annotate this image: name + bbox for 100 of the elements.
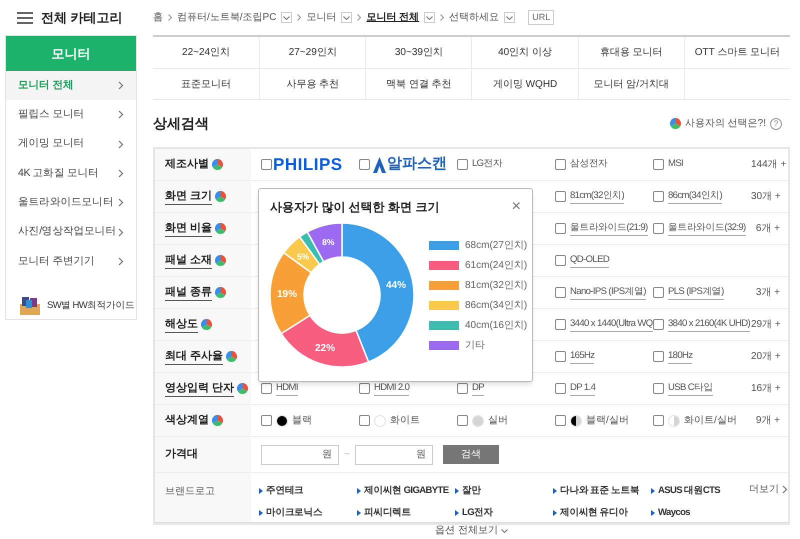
sidebar-item[interactable]: 울트라와이드모니터: [6, 188, 136, 218]
checkbox[interactable]: [653, 159, 664, 170]
breadcrumb-link[interactable]: 모니터 전체: [366, 10, 420, 25]
option-label[interactable]: 86cm(34인치): [668, 188, 722, 204]
brand-link[interactable]: 제이씨현 유디아: [560, 506, 628, 520]
checkbox[interactable]: [359, 415, 370, 426]
checkbox[interactable]: [261, 383, 272, 394]
sidebar-item[interactable]: 모니터 주변기기: [6, 246, 136, 276]
checkbox[interactable]: [457, 159, 468, 170]
checkbox[interactable]: [261, 415, 272, 426]
option-label[interactable]: 3840 x 2160(4K UHD): [668, 316, 750, 332]
brand-link[interactable]: 마이크로닉스: [266, 506, 322, 520]
checkbox[interactable]: [555, 159, 566, 170]
option-label[interactable]: 울트라와이드(32:9): [668, 220, 746, 236]
count-link[interactable]: 144개 +: [751, 157, 786, 172]
option-label[interactable]: 화이트: [390, 413, 420, 428]
option-label[interactable]: 81cm(32인치): [570, 188, 624, 204]
option-label[interactable]: 울트라와이드(21:9): [570, 220, 648, 236]
brand-link[interactable]: LG전자: [462, 506, 493, 520]
checkbox[interactable]: [457, 383, 468, 394]
guide-link[interactable]: SW별 HW최적가이드: [47, 298, 134, 314]
option-label[interactable]: 삼성전자: [570, 157, 608, 172]
dropdown-button[interactable]: [424, 12, 436, 23]
checkbox[interactable]: [261, 159, 272, 170]
checkbox[interactable]: [653, 319, 664, 330]
brand-link[interactable]: 주연테크: [266, 484, 304, 498]
option-label[interactable]: QD-OLED: [570, 252, 610, 268]
brand-link[interactable]: 다나와 표준 노트북: [560, 484, 640, 498]
url-button[interactable]: URL: [528, 10, 554, 26]
category-link[interactable]: 사무용 추천: [286, 76, 340, 92]
help-button[interactable]: ?: [770, 118, 782, 130]
checkbox[interactable]: [555, 191, 566, 202]
sidebar-item[interactable]: 게이밍 모니터: [6, 130, 136, 159]
checkbox[interactable]: [555, 255, 566, 266]
option-label[interactable]: 블랙: [292, 413, 312, 428]
close-button[interactable]: ×: [512, 199, 521, 215]
more-link[interactable]: 더보기: [749, 482, 788, 497]
dropdown-button[interactable]: [341, 12, 352, 23]
checkbox[interactable]: [555, 223, 566, 234]
checkbox[interactable]: [653, 223, 664, 234]
checkbox[interactable]: [653, 351, 664, 362]
count-link[interactable]: 16개 +: [751, 381, 781, 396]
count-link[interactable]: 30개 +: [751, 189, 781, 204]
category-link[interactable]: 22~24인치: [182, 45, 230, 60]
checkbox[interactable]: [359, 159, 370, 170]
category-link[interactable]: 27~29인치: [288, 45, 337, 60]
category-link[interactable]: 40인치 이상: [498, 45, 552, 60]
user-choice-link[interactable]: 사용자의 선택은?!: [684, 116, 766, 131]
option-label[interactable]: 화이트/실버: [684, 413, 737, 428]
option-label[interactable]: LG전자: [472, 157, 502, 172]
count-link[interactable]: 3개 +: [756, 285, 780, 300]
sidebar-item[interactable]: 사진/영상작업모니터: [6, 217, 136, 247]
category-link[interactable]: 표준모니터: [181, 76, 232, 92]
checkbox[interactable]: [555, 319, 566, 330]
all-options-link[interactable]: 옵션 전체보기: [435, 525, 508, 537]
option-label[interactable]: USB C타입: [668, 380, 713, 396]
breadcrumb-link[interactable]: 컴퓨터/노트북/조립PC: [177, 10, 276, 25]
dropdown-button[interactable]: [504, 12, 516, 23]
sidebar-item[interactable]: 4K 고화질 모니터: [6, 158, 136, 188]
option-label[interactable]: 180Hz: [668, 348, 692, 364]
count-link[interactable]: 9개 +: [756, 413, 780, 428]
option-label[interactable]: Nano-IPS (IPS계열): [570, 284, 646, 300]
checkbox[interactable]: [555, 415, 566, 426]
brand-link[interactable]: 피씨디렉트: [364, 506, 412, 520]
price-field[interactable]: 원: [261, 444, 339, 464]
checkbox[interactable]: [359, 383, 370, 394]
category-link[interactable]: 휴대용 모니터: [600, 45, 663, 60]
price-field[interactable]: 원: [354, 444, 433, 464]
count-link[interactable]: 29개 +: [751, 317, 781, 332]
checkbox[interactable]: [653, 415, 664, 426]
brand-link[interactable]: 잘만: [462, 484, 481, 498]
category-link[interactable]: OTT 스마트 모니터: [694, 45, 780, 60]
sidebar-item[interactable]: 필립스 모니터: [6, 100, 136, 130]
option-label[interactable]: 165Hz: [570, 348, 594, 364]
category-link[interactable]: 게이밍 WQHD: [492, 76, 558, 92]
search-button[interactable]: 검색: [442, 445, 499, 464]
checkbox[interactable]: [555, 287, 566, 298]
option-label[interactable]: 블랙/실버: [586, 413, 629, 428]
brand-link[interactable]: 제이씨현 GIGABYTE: [364, 484, 448, 498]
count-link[interactable]: 20개 +: [751, 349, 781, 364]
checkbox[interactable]: [457, 415, 468, 426]
breadcrumb-link[interactable]: 홈: [153, 10, 163, 25]
breadcrumb-link[interactable]: 모니터: [306, 10, 336, 25]
category-link[interactable]: 모니터 암/거치대: [593, 76, 670, 92]
option-label[interactable]: DP 1.4: [570, 380, 596, 396]
brand-link[interactable]: Waycos: [658, 506, 690, 520]
category-link[interactable]: 맥북 연결 추천: [386, 76, 452, 92]
checkbox[interactable]: [653, 191, 664, 202]
option-label[interactable]: 3440 x 1440(Ultra WQ: [570, 316, 653, 332]
count-link[interactable]: 6개 +: [756, 221, 780, 236]
option-label[interactable]: MSI: [668, 157, 684, 172]
dropdown-button[interactable]: [281, 12, 292, 23]
category-link[interactable]: 30~39인치: [394, 45, 443, 60]
checkbox[interactable]: [555, 383, 566, 394]
breadcrumb-link[interactable]: 선택하세요: [449, 10, 500, 25]
option-label[interactable]: 실버: [488, 413, 508, 428]
checkbox[interactable]: [653, 287, 664, 298]
checkbox[interactable]: [653, 383, 664, 394]
option-label[interactable]: PLS (IPS계열): [668, 284, 724, 300]
checkbox[interactable]: [555, 351, 566, 362]
